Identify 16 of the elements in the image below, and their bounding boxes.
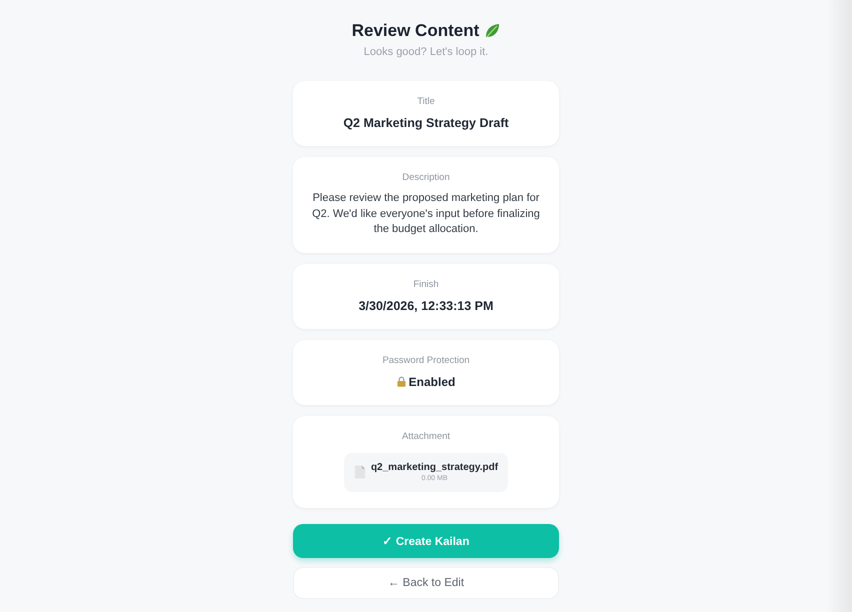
field-label: Finish	[413, 278, 439, 290]
field-value: Please review the proposed marketing plan for Q2. We'd like everyone's input before finalizing the budget allocation.	[311, 191, 541, 237]
leaf-icon	[484, 23, 500, 39]
field-value: Q2 Marketing Strategy Draft	[343, 115, 509, 131]
lock-icon	[396, 376, 406, 387]
field-value: Enabled	[408, 374, 456, 390]
file-icon	[354, 465, 366, 479]
field-label: Title	[417, 96, 435, 108]
page-title: Review Content	[352, 20, 480, 42]
field-label: Attachment	[402, 430, 450, 442]
field-label: Password Protection	[382, 354, 470, 366]
field-label: Description	[402, 172, 450, 184]
file-name: q2_marketing_strategy.pdf	[370, 460, 498, 474]
field-value: 3/30/2026, 12:33:13 PM	[358, 298, 494, 314]
page-subtitle: Looks good? Let's loop it.	[364, 45, 488, 59]
back-button[interactable]: ← Back to Edit	[293, 566, 559, 598]
